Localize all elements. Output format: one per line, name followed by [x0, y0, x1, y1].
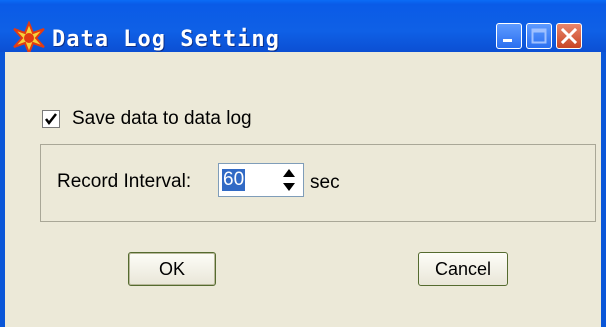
close-icon: [560, 27, 578, 45]
save-log-option[interactable]: Save data to data log: [42, 108, 252, 130]
record-interval-stepper[interactable]: 60: [218, 163, 304, 197]
minimize-button[interactable]: [496, 23, 522, 49]
record-interval-value[interactable]: 60: [222, 169, 246, 191]
spin-up-icon[interactable]: [277, 165, 301, 180]
title-bar[interactable]: Data Log Setting: [0, 0, 606, 55]
dialog-window: Data Log Setting Save data to data log R…: [0, 0, 606, 327]
spin-down-icon[interactable]: [277, 180, 301, 195]
minimize-icon: [503, 39, 512, 42]
record-interval-label: Record Interval:: [57, 171, 192, 192]
window-title: Data Log Setting: [52, 27, 280, 52]
maximize-button[interactable]: [526, 23, 552, 49]
checkmark-icon: [45, 113, 57, 126]
save-log-label: Save data to data log: [72, 108, 252, 129]
cancel-button[interactable]: Cancel: [418, 252, 508, 286]
app-icon: [13, 21, 45, 55]
save-log-checkbox[interactable]: [42, 110, 60, 128]
close-button[interactable]: [556, 23, 582, 49]
maximize-icon: [531, 28, 547, 44]
interval-unit: sec: [310, 172, 340, 193]
ok-button[interactable]: OK: [128, 252, 216, 286]
